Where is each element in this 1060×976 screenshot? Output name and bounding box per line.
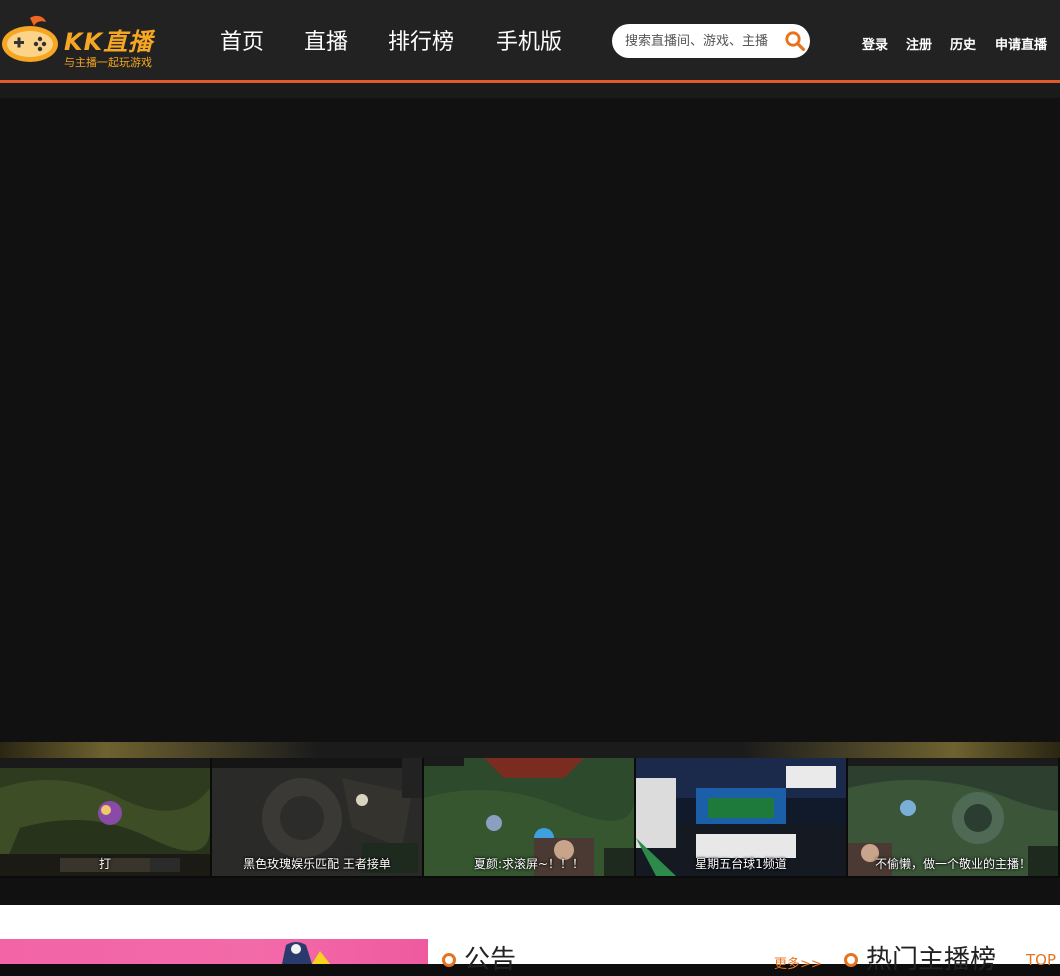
stream-thumbnail[interactable]: 不偷懒，做一个敬业的主播！ bbox=[848, 758, 1058, 876]
announcements-title: 公告 bbox=[464, 945, 517, 975]
thumbnail-strip: 打 黑色玫瑰娱乐匹配 王者接单 夏颜:求滚屏~！！！ 星期五台球1频道 不偷懒，… bbox=[0, 758, 1060, 878]
site-header: KK直播 与主播一起玩游戏 首页 直播 排行榜 手机版 登录 注册 历史 申请直… bbox=[0, 0, 1060, 80]
hot-anchors-title: 热门主播榜 bbox=[866, 945, 997, 975]
search-input[interactable] bbox=[625, 30, 785, 52]
stream-title: 黑色玫瑰娱乐匹配 王者接单 bbox=[243, 857, 391, 871]
banner-character-image bbox=[282, 942, 330, 964]
logo-brand-text: KK直播 bbox=[64, 28, 154, 56]
stream-title: 打 bbox=[98, 857, 111, 871]
stream-title: 星期五台球1频道 bbox=[695, 857, 787, 871]
nav-mobile[interactable]: 手机版 bbox=[496, 24, 562, 56]
stream-thumbnail[interactable]: 打 bbox=[0, 758, 210, 876]
register-link[interactable]: 注册 bbox=[906, 34, 932, 53]
stream-thumbnail[interactable]: 夏颜:求滚屏~！！！ bbox=[424, 758, 634, 876]
stream-thumbnail[interactable]: 星期五台球1频道 bbox=[636, 758, 846, 876]
nav-live[interactable]: 直播 bbox=[304, 24, 348, 56]
search-icon[interactable] bbox=[784, 30, 806, 52]
hot-anchors-top-tag: TOP bbox=[1026, 951, 1057, 969]
search-box bbox=[612, 24, 810, 58]
stream-thumbnail[interactable]: 黑色玫瑰娱乐匹配 王者接单 bbox=[212, 758, 422, 876]
location-pin-icon bbox=[844, 953, 858, 967]
content-section: 公告 更多>> 热门主播榜 TOP bbox=[0, 905, 1060, 975]
video-player[interactable] bbox=[0, 98, 1060, 742]
location-pin-icon bbox=[442, 953, 456, 967]
apply-live-link[interactable]: 申请直播 bbox=[995, 34, 1047, 53]
history-link[interactable]: 历史 bbox=[950, 34, 976, 53]
logo-slogan: 与主播一起玩游戏 bbox=[64, 56, 152, 69]
header-shadow bbox=[0, 83, 1060, 98]
nav-home[interactable]: 首页 bbox=[220, 24, 264, 56]
nav-ranking[interactable]: 排行榜 bbox=[388, 24, 454, 56]
login-link[interactable]: 登录 bbox=[862, 34, 888, 53]
promo-banner[interactable] bbox=[0, 939, 428, 964]
gamepad-mascot-icon bbox=[2, 15, 58, 62]
thumbnail-strip-header bbox=[0, 742, 1060, 758]
stream-title: 夏颜:求滚屏~！！！ bbox=[473, 857, 585, 871]
stream-title: 不偷懒，做一个敬业的主播！ bbox=[874, 857, 1031, 871]
thumbnail-strip-footer bbox=[0, 878, 1060, 905]
site-logo[interactable]: KK直播 与主播一起玩游戏 bbox=[0, 10, 170, 70]
announcements-more-link[interactable]: 更多>> bbox=[774, 953, 822, 972]
